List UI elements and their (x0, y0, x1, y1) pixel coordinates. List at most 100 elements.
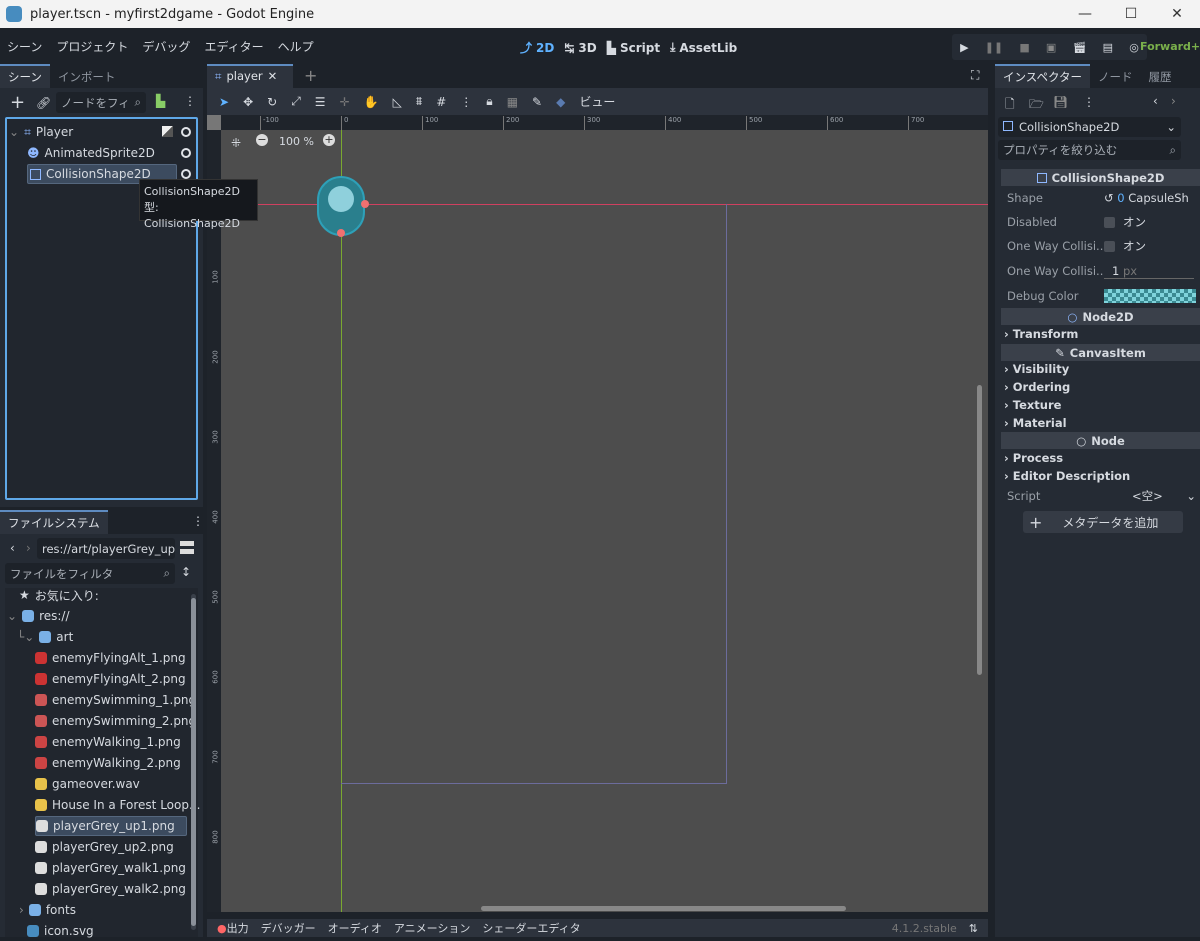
property-filter-input[interactable]: プロパティを絞り込む ⌕ (998, 140, 1181, 160)
shape-handle[interactable] (337, 229, 345, 237)
group-material[interactable]: › Material (1004, 416, 1067, 430)
more-icon[interactable]: ⋮ (192, 514, 204, 528)
menu-scene[interactable]: シーン (0, 38, 49, 55)
group-process[interactable]: › Process (1004, 451, 1063, 465)
add-node-button[interactable]: + (10, 92, 25, 113)
file-icon-svg[interactable]: icon.svg (27, 921, 94, 941)
workspace-2d[interactable]: ⤴ 2D (515, 39, 559, 56)
close-tab-icon[interactable]: ✕ (268, 69, 278, 85)
stop-icon[interactable]: ■ (1019, 41, 1029, 54)
tab-animation[interactable]: アニメーション (394, 920, 471, 936)
prop-disabled[interactable]: Disabled オン (1001, 210, 1200, 234)
tab-player[interactable]: ⌗ player ✕ (207, 64, 293, 88)
play-scene-icon[interactable]: 🎬︎ (1072, 41, 1086, 54)
smart-snap-icon[interactable]: ⩩ (416, 94, 422, 109)
snap-options-icon[interactable]: ⋮ (460, 95, 472, 109)
prop-debug-color[interactable]: Debug Color (1001, 284, 1200, 308)
menu-help[interactable]: ヘルプ (271, 38, 321, 55)
new-resource-icon[interactable]: 🗋︎ (1005, 95, 1015, 116)
file-item[interactable]: enemyWalking_1.png (35, 732, 181, 752)
path-input[interactable]: res://art/playerGrey_up (37, 538, 175, 559)
tab-history[interactable]: 履歴 (1141, 66, 1180, 88)
visibility-eye-icon[interactable] (181, 127, 191, 137)
select-tool-icon[interactable]: ➤ (219, 95, 229, 109)
tab-audio[interactable]: オーディオ (328, 920, 382, 936)
tree-node-player[interactable]: ⌄ ⌗ Player (9, 122, 73, 142)
folder-res[interactable]: ⌄ res:// (7, 606, 70, 626)
tab-inspector[interactable]: インスペクター (995, 64, 1091, 88)
center-view-icon[interactable]: ⁜ (231, 136, 241, 150)
checkbox[interactable] (1104, 216, 1115, 228)
save-icon[interactable]: 💾︎ (1053, 95, 1068, 109)
play-icon[interactable]: ▶ (960, 41, 968, 54)
zoom-out-button[interactable]: − (256, 134, 268, 146)
tab-import[interactable]: インポート (50, 66, 124, 88)
maximize-button[interactable]: ☐ (1108, 0, 1154, 28)
forward-icon[interactable]: › (26, 541, 31, 555)
remote-debug-icon[interactable]: ▣ (1046, 41, 1056, 54)
expand-panel-icon[interactable]: ⇅ (969, 922, 978, 935)
group-visibility[interactable]: › Visibility (1004, 362, 1069, 376)
prop-one-way-collision[interactable]: One Way Collisi... オン (1001, 234, 1200, 258)
grid-snap-icon[interactable]: # (436, 95, 446, 109)
tab-shader-editor[interactable]: シェーダーエディタ (482, 920, 580, 936)
vertical-scrollbar[interactable] (977, 385, 982, 675)
movie-maker-icon[interactable]: ◎ (1129, 41, 1139, 54)
tab-output[interactable]: ●出力 (217, 920, 249, 936)
play-custom-scene-icon[interactable]: ▤ (1103, 41, 1113, 54)
scrollbar[interactable] (191, 594, 196, 930)
renderer-selector[interactable]: Forward+ (1140, 40, 1200, 53)
add-metadata-button[interactable]: + メタデータを追加 (1023, 511, 1183, 533)
debug-color-swatch[interactable] (1104, 289, 1196, 303)
pivot-tool-icon[interactable]: ✛ (340, 95, 350, 109)
horizontal-scrollbar[interactable] (481, 906, 846, 911)
workspace-assetlib[interactable]: ⤓ AssetLib (665, 39, 742, 56)
zoom-in-button[interactable]: + (323, 134, 335, 146)
file-item[interactable]: enemyFlyingAlt_2.png (35, 669, 186, 689)
tab-filesystem[interactable]: ファイルシステム (0, 510, 108, 534)
new-tab-button[interactable]: + (304, 66, 317, 85)
file-item[interactable]: playerGrey_up2.png (35, 837, 174, 857)
link-icon[interactable]: 🔗︎ (36, 96, 51, 110)
scale-tool-icon[interactable]: ⤢ (291, 94, 301, 109)
group-texture[interactable]: › Texture (1004, 398, 1061, 412)
pan-tool-icon[interactable]: ✋ (364, 95, 379, 109)
favorites-header[interactable]: ★ お気に入り: (19, 585, 99, 605)
open-icon[interactable]: 🗁︎ (1029, 95, 1044, 116)
bone-icon[interactable]: ✎ (532, 95, 542, 109)
tab-node[interactable]: ノード (1090, 66, 1141, 88)
checkbox[interactable] (1104, 240, 1115, 252)
node-filter-input[interactable]: ノードをフィ ⌕ (56, 92, 146, 113)
distraction-free-icon[interactable]: ⛶ (971, 68, 979, 83)
tab-debugger[interactable]: デバッガー (261, 920, 316, 936)
reset-icon[interactable]: ↺ (1104, 191, 1114, 205)
margin-slider[interactable]: 1 px (1104, 264, 1194, 279)
split-view-icon[interactable] (180, 541, 194, 554)
move-tool-icon[interactable]: ✥ (243, 95, 253, 109)
file-item[interactable]: enemyFlyingAlt_1.png (35, 648, 186, 668)
ruler-tool-icon[interactable]: ◺ (393, 95, 402, 109)
pause-icon[interactable]: ❚❚ (985, 41, 1003, 54)
file-item[interactable]: gameover.wav (35, 774, 140, 794)
visibility-eye-icon[interactable] (181, 148, 191, 158)
group-ordering[interactable]: › Ordering (1004, 380, 1070, 394)
file-item[interactable]: playerGrey_up1.png (35, 816, 187, 836)
object-selector[interactable]: CollisionShape2D ⌄ (998, 117, 1181, 137)
workspace-3d[interactable]: ↹ 3D (559, 39, 601, 56)
group-icon[interactable] (162, 126, 173, 137)
more-icon[interactable]: ⋮ (184, 94, 196, 108)
workspace-script[interactable]: ▙ Script (602, 39, 665, 56)
file-item[interactable]: House In a Forest Loop... (35, 795, 200, 815)
prop-one-way-collision-margin[interactable]: One Way Collisi... 1 px (1001, 259, 1200, 283)
menu-editor[interactable]: エディター (197, 38, 270, 55)
close-button[interactable]: ✕ (1154, 0, 1200, 28)
group-editor-description[interactable]: › Editor Description (1004, 469, 1130, 483)
prop-script[interactable]: Script <空> ⌄ (1001, 484, 1200, 508)
menu-debug[interactable]: デバッグ (135, 38, 197, 55)
group-icon[interactable]: ▦ (507, 95, 518, 109)
file-item[interactable]: enemyWalking_2.png (35, 753, 181, 773)
rotate-tool-icon[interactable]: ↻ (267, 95, 277, 109)
file-item[interactable]: playerGrey_walk1.png (35, 858, 186, 878)
view-menu[interactable]: ビュー (579, 93, 615, 110)
folder-art[interactable]: └⌄ art (17, 627, 73, 647)
